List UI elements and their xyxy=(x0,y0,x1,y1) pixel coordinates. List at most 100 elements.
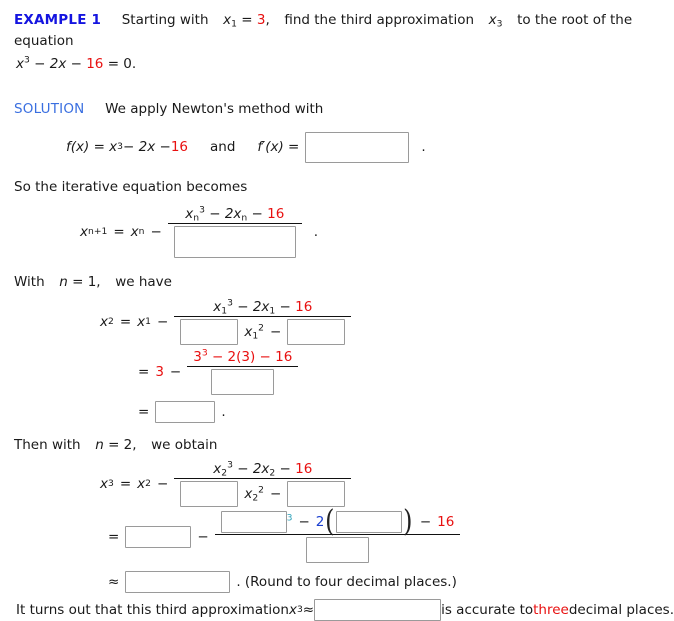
solution-intro-text: We apply Newton's method with xyxy=(105,100,324,117)
x3-equals: = xyxy=(119,476,132,493)
x1-comma: , xyxy=(265,12,270,28)
x2-minus: − xyxy=(157,313,169,330)
x3-line2-minus: − xyxy=(197,529,209,546)
x2-equation-row: x2 = x1 − x13 − 2x1 − 16 x12− xyxy=(14,298,666,345)
x2-lhs: x xyxy=(100,313,108,330)
x3-den-exp: 2 xyxy=(258,484,264,496)
iterative-fraction: xn3 − 2xn − 16 xyxy=(167,205,302,258)
iterative-equation-row: x n+1 = xn − xn3 − 2xn − 16 . xyxy=(14,205,666,258)
x2-denominator-coefficient-input[interactable] xyxy=(180,318,239,345)
x3-denominator-constant-input[interactable] xyxy=(287,481,346,508)
n1-intro-equals: = 1, xyxy=(72,273,101,290)
x2-result-input[interactable] xyxy=(155,400,216,423)
x2-line2-minus: − xyxy=(169,363,182,380)
x2-rhs-x: x xyxy=(137,313,146,330)
x2-num-minus: − xyxy=(275,298,296,315)
n2-intro-equals: = 2, xyxy=(108,436,137,453)
x3-substitution-row: = − 3−2() −16 xyxy=(14,504,666,564)
conclusion-part2: is accurate to xyxy=(441,602,534,619)
fprime-input[interactable] xyxy=(305,131,410,163)
x3-substitution-numerator: 3−2() −16 xyxy=(214,504,461,540)
fprime-period: . xyxy=(421,139,426,156)
iterative-lhs: x xyxy=(80,223,88,240)
x2-numeric-denominator-input[interactable] xyxy=(211,368,275,395)
iterative-num-const: 16 xyxy=(267,205,285,222)
conclusion-row: It turns out that this third approximati… xyxy=(14,599,674,621)
x2-numeric-const: 16 xyxy=(275,348,293,365)
n2-intro-part1: Then with xyxy=(14,436,81,453)
x3-coefficient-two: 2 xyxy=(315,514,325,531)
x3-approx-input[interactable] xyxy=(125,571,231,594)
example-statement-part2: find the third approximation xyxy=(284,12,475,28)
x2-numerator: x13 − 2x1 − 16 xyxy=(174,298,352,317)
iterative-numerator: xn3 − 2xn − 16 xyxy=(167,205,302,224)
x3-approx-symbol: ≈ xyxy=(108,574,120,591)
x2-num-mid: − 2x xyxy=(232,298,270,315)
fx-middle: − 2x − xyxy=(123,139,171,156)
worksheet-page: EXAMPLE 1 Starting with x1 = 3, find the… xyxy=(0,0,674,621)
and-word: and xyxy=(210,139,236,156)
x2-numeric-denominator xyxy=(187,367,298,395)
iterative-rhs-x: x xyxy=(130,223,139,240)
example-equation-line: x3 − 2x − 16 = 0. xyxy=(14,54,666,75)
solution-label: SOLUTION xyxy=(14,100,85,117)
example-statement-line1: EXAMPLE 1 Starting with x1 = 3, find the… xyxy=(14,10,666,52)
fx-label: f(x) = x xyxy=(66,139,118,156)
x3-round-note: . (Round to four decimal places.) xyxy=(236,574,457,591)
x3-fraction: x23 − 2x2 − 16 x22− xyxy=(174,461,352,508)
n1-intro-line: With n = 1, we have xyxy=(14,272,666,293)
x2-line2-value: 3 xyxy=(155,363,164,380)
x3-substitution-denominator-input[interactable] xyxy=(305,537,369,564)
equation-end: = 0. xyxy=(103,55,137,72)
iterative-intro-line: So the iterative equation becomes xyxy=(14,177,666,198)
x3-lhs: x xyxy=(100,476,108,493)
example-statement-part1: Starting with xyxy=(121,12,209,28)
equation-x: x xyxy=(16,55,24,72)
x3-inner-value-input[interactable] xyxy=(336,511,403,534)
x2-den-exp: 2 xyxy=(258,322,264,334)
x3-den-minus: − xyxy=(270,486,282,503)
x3-rhs-x: x xyxy=(137,476,146,493)
n2-intro-n: n xyxy=(95,436,104,453)
x2-equals: = xyxy=(119,313,132,330)
n2-intro-line: Then with n = 2, we obtain xyxy=(14,435,666,456)
x2-numeric-fraction: 33 − 2(3) − 16 xyxy=(187,348,299,395)
x3-num-const: 16 xyxy=(295,461,313,478)
n2-intro-part2: we obtain xyxy=(151,436,218,453)
iterative-minus: − xyxy=(150,223,162,240)
x2-numeric-base: 3 xyxy=(193,348,202,365)
fprime-label: f′(x) = xyxy=(257,139,300,156)
x2-fraction: x13 − 2x1 − 16 x12− xyxy=(174,298,352,345)
iterative-num-mid: − 2x xyxy=(204,205,242,222)
x2-denominator: x12− xyxy=(174,317,351,345)
x3-line2-equals: = xyxy=(108,529,120,546)
iterative-denominator-input[interactable] xyxy=(173,225,296,258)
x3-sub-minus1: − xyxy=(298,514,310,531)
x2-numeric-row: = 3 − 33 − 2(3) − 16 xyxy=(14,348,666,395)
example-label: EXAMPLE 1 xyxy=(14,12,102,28)
x3-cube-base-input[interactable] xyxy=(220,511,287,534)
paren-close: ) xyxy=(403,504,413,540)
x3-num-minus: − xyxy=(275,461,296,478)
solution-intro-line: SOLUTION We apply Newton's method with xyxy=(14,99,666,120)
conclusion-emphasis: three xyxy=(533,602,569,619)
x3-minus: − xyxy=(157,476,169,493)
conclusion-x: x xyxy=(288,602,297,619)
x2-result-row: = . xyxy=(14,400,666,423)
n1-intro-n: n xyxy=(59,273,68,290)
equation-middle: − 2x − xyxy=(29,55,87,72)
x2-result-period: . xyxy=(221,403,226,420)
x3-sub-const: 16 xyxy=(437,514,455,531)
x3-substitution-denominator xyxy=(215,535,461,564)
conclusion-part1: It turns out that this third approximati… xyxy=(16,602,289,619)
x3-subscript: 3 xyxy=(496,18,503,30)
x3-line2-lead-input[interactable] xyxy=(125,526,192,549)
x2-denominator-constant-input[interactable] xyxy=(287,318,346,345)
x1-equals: = xyxy=(241,12,253,28)
x3-denominator-coefficient-input[interactable] xyxy=(180,481,239,508)
x2-numeric-mid: − 2(3) − xyxy=(207,348,276,365)
x3-approx-row: ≈ . (Round to four decimal places.) xyxy=(14,571,666,594)
conclusion-input[interactable] xyxy=(314,599,442,621)
n1-intro-part2: we have xyxy=(115,273,172,290)
x3-cube-exponent: 3 xyxy=(286,512,293,524)
